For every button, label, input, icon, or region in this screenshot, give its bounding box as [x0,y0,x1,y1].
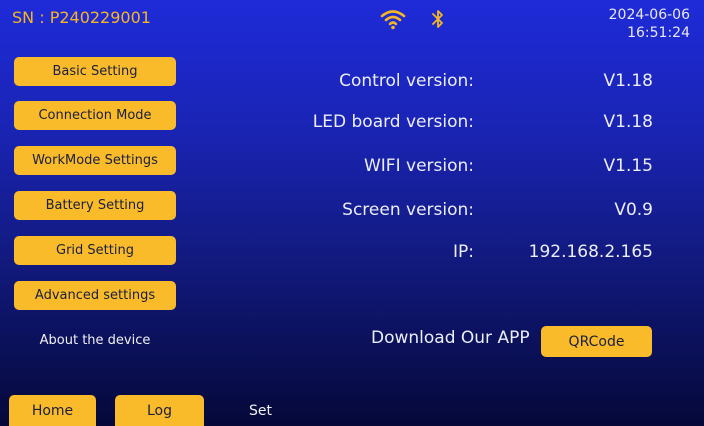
menu-advanced-settings[interactable]: Advanced settings [14,281,176,310]
device-settings-screen: SN : P240229001 2024-06-06 16:51:24 Basi… [0,0,704,426]
wifi-icon [380,10,406,30]
menu-basic-setting[interactable]: Basic Setting [14,57,176,86]
wifi-version-label: WIFI version: [363,156,474,176]
screen-version-value: V0.9 [614,200,653,220]
control-version-value: V1.18 [603,71,653,91]
download-app-label: Download Our APP [371,328,530,348]
clock: 2024-06-06 16:51:24 [609,6,690,42]
clock-date: 2024-06-06 [608,7,690,23]
led-board-version-label: LED board version: [312,112,474,132]
menu-about-device[interactable]: About the device [14,326,176,355]
menu-workmode-settings[interactable]: WorkMode Settings [14,146,176,175]
wifi-version-value: V1.15 [603,156,653,176]
screen-version-label: Screen version: [342,200,474,220]
nav-set-tab[interactable]: Set [249,395,272,426]
ip-value: 192.168.2.165 [528,242,653,262]
serial-number: SN : P240229001 [12,8,151,27]
qrcode-button[interactable]: QRCode [541,326,652,357]
control-version-label: Control version: [339,71,474,91]
bluetooth-icon [432,10,443,28]
menu-grid-setting[interactable]: Grid Setting [14,236,176,265]
menu-connection-mode[interactable]: Connection Mode [14,101,176,130]
nav-log-button[interactable]: Log [115,395,204,426]
led-board-version-value: V1.18 [603,112,653,132]
clock-time: 16:51:24 [627,25,690,41]
ip-label: IP: [453,242,474,262]
nav-home-button[interactable]: Home [9,395,96,426]
menu-battery-setting[interactable]: Battery Setting [14,191,176,220]
